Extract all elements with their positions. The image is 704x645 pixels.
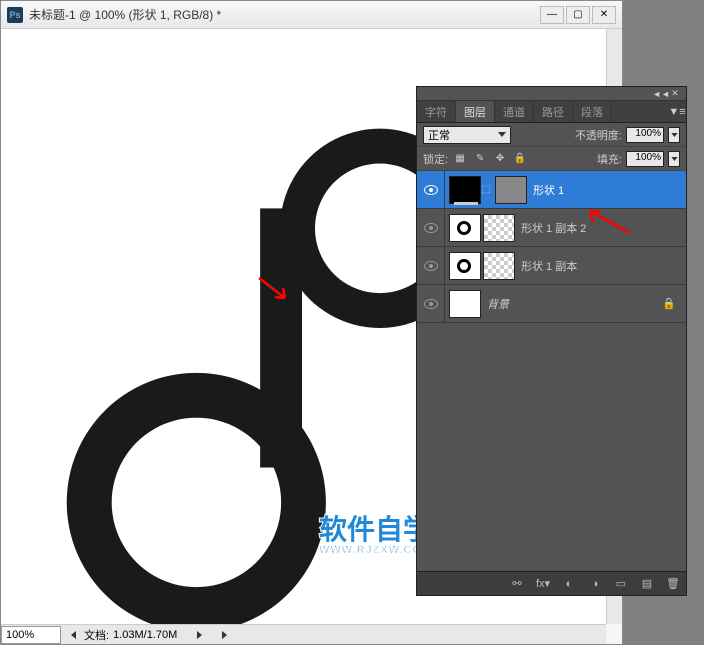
tab-character[interactable]: 字符	[417, 101, 456, 122]
annotation-arrow-layer	[585, 208, 635, 238]
tab-paths[interactable]: 路径	[534, 101, 573, 122]
opacity-label: 不透明度:	[575, 127, 622, 143]
layer-name[interactable]: 形状 1 副本 2	[521, 220, 586, 236]
layers-panel: ◄◄ ✕ 字符 图层 通道 路径 段落 ▼≡ 正常 不透明度: 100% 锁定:…	[416, 86, 687, 596]
mask-icon[interactable]: ◐	[560, 575, 578, 593]
layer-name[interactable]: 形状 1	[533, 182, 564, 198]
eye-icon	[424, 185, 438, 195]
collapse-panel-icon[interactable]: ◄◄	[654, 88, 668, 100]
lock-pixels-icon[interactable]: ✎	[472, 151, 488, 167]
panel-menu-icon[interactable]: ▼≡	[668, 101, 686, 122]
layer-row[interactable]: 形状 1 副本	[417, 247, 686, 285]
new-layer-icon[interactable]: ▤	[638, 575, 656, 593]
maximize-button[interactable]: ▢	[566, 6, 590, 24]
tab-paragraphs[interactable]: 段落	[573, 101, 612, 122]
minimize-button[interactable]: —	[540, 6, 564, 24]
visibility-toggle[interactable]	[417, 247, 445, 284]
panel-footer: ⚯ fx▾ ◐ ◑ ▭ ▤ 🗑	[417, 571, 686, 595]
opacity-input[interactable]: 100%	[626, 127, 664, 143]
fill-label: 填充:	[597, 151, 622, 167]
fill-input[interactable]: 100%	[626, 151, 664, 167]
close-panel-icon[interactable]: ✕	[668, 88, 682, 100]
visibility-toggle[interactable]	[417, 171, 445, 208]
lock-icon: 🔒	[662, 297, 676, 310]
lock-label: 锁定:	[423, 151, 448, 167]
annotation-arrow-canvas	[257, 276, 297, 306]
zoom-input[interactable]: 100%	[1, 626, 61, 644]
status-more-icon[interactable]	[222, 631, 227, 639]
opacity-slider-icon[interactable]	[668, 127, 680, 143]
ps-icon: Ps	[7, 7, 23, 23]
titlebar: Ps 未标题-1 @ 100% (形状 1, RGB/8) * — ▢ ✕	[1, 1, 622, 29]
blend-row: 正常 不透明度: 100%	[417, 123, 686, 147]
eye-icon	[424, 299, 438, 309]
fill-slider-icon[interactable]	[668, 151, 680, 167]
panel-topbar: ◄◄ ✕	[417, 87, 686, 101]
lock-row: 锁定: ▦ ✎ ✥ 🔒 填充: 100%	[417, 147, 686, 171]
link-icon: ⬚	[481, 184, 491, 195]
mask-thumbnail[interactable]	[483, 252, 515, 280]
link-layers-icon[interactable]: ⚯	[508, 575, 526, 593]
mask-thumbnail[interactable]	[495, 176, 527, 204]
lock-position-icon[interactable]: ✥	[492, 151, 508, 167]
eye-icon	[424, 223, 438, 233]
layer-name[interactable]: 背景	[487, 296, 509, 312]
layer-thumbnail[interactable]	[449, 290, 481, 318]
layer-thumbnail[interactable]	[449, 252, 481, 280]
visibility-toggle[interactable]	[417, 285, 445, 322]
panel-tabs: 字符 图层 通道 路径 段落 ▼≡	[417, 101, 686, 123]
lock-transparent-icon[interactable]: ▦	[452, 151, 468, 167]
layer-name[interactable]: 形状 1 副本	[521, 258, 577, 274]
tab-channels[interactable]: 通道	[495, 101, 534, 122]
layer-row[interactable]: 形状 1 副本 2	[417, 209, 686, 247]
mask-thumbnail[interactable]	[483, 214, 515, 242]
layers-list: ⬚ 形状 1 形状 1 副本 2 形状 1 副本 背景 🔒	[417, 171, 686, 571]
status-next-icon[interactable]	[197, 631, 202, 639]
layer-row[interactable]: 背景 🔒	[417, 285, 686, 323]
close-button[interactable]: ✕	[592, 6, 616, 24]
doc-size: 文档: 1.03M/1.70M	[76, 627, 177, 643]
layer-thumbnail[interactable]	[449, 214, 481, 242]
tab-layers[interactable]: 图层	[456, 101, 495, 122]
statusbar: 100% 文档: 1.03M/1.70M	[1, 624, 606, 644]
visibility-toggle[interactable]	[417, 209, 445, 246]
layer-row[interactable]: ⬚ 形状 1	[417, 171, 686, 209]
group-icon[interactable]: ▭	[612, 575, 630, 593]
fx-icon[interactable]: fx▾	[534, 575, 552, 593]
eye-icon	[424, 261, 438, 271]
adjustment-icon[interactable]: ◑	[586, 575, 604, 593]
layer-thumbnail[interactable]	[449, 176, 481, 204]
delete-layer-icon[interactable]: 🗑	[664, 575, 682, 593]
lock-all-icon[interactable]: 🔒	[512, 151, 528, 167]
window-title: 未标题-1 @ 100% (形状 1, RGB/8) *	[29, 6, 540, 23]
blend-mode-select[interactable]: 正常	[423, 126, 511, 144]
